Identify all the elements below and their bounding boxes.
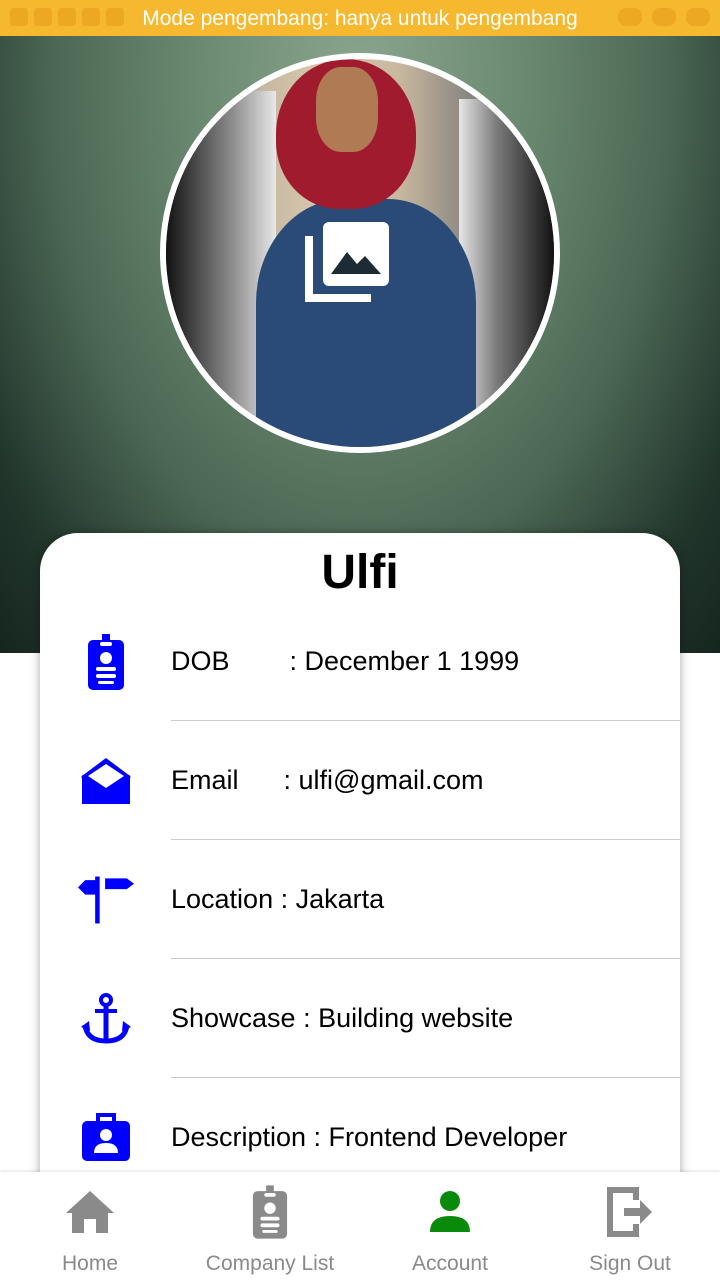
profile-avatar[interactable]	[160, 53, 560, 453]
id-badge-icon	[252, 1185, 288, 1239]
nav-sign-out-label: Sign Out	[589, 1252, 671, 1275]
nav-account-label: Account	[412, 1252, 488, 1275]
bottom-navigation: Home Company List Account Sign Out	[0, 1172, 720, 1280]
profile-card: Ulfi DOB : December 1 1999 Email: ulfi@…	[40, 533, 680, 1233]
photo-person-face	[316, 67, 378, 152]
envelope-open-icon	[81, 757, 131, 804]
nav-home[interactable]: Home	[0, 1172, 180, 1280]
person-icon	[430, 1191, 470, 1232]
profile-name: Ulfi	[321, 546, 399, 599]
showcase-label: Showcase : Building website	[171, 1003, 514, 1033]
briefcase-user-icon	[82, 1112, 130, 1161]
status-bar: Mode pengembang: hanya untuk pengembang	[0, 0, 720, 36]
info-row-email: Email : ulfi@gmail.com	[40, 721, 680, 840]
info-row-location: Location : Jakarta	[40, 840, 680, 959]
nav-home-label: Home	[61, 1252, 119, 1275]
nav-company-list[interactable]: Company List	[180, 1172, 360, 1280]
nav-account[interactable]: Account	[360, 1172, 540, 1280]
exit-icon	[607, 1187, 652, 1237]
signpost-icon	[78, 876, 134, 923]
nav-company-list-label: Company List	[205, 1252, 335, 1275]
dob-label: DOB : December 1 1999	[171, 646, 520, 676]
email-label: Email : ulfi@gmail.com	[171, 765, 484, 795]
gallery-icon[interactable]	[305, 218, 395, 308]
status-bar-text: Mode pengembang: hanya untuk pengembang	[142, 7, 578, 30]
id-badge-icon	[88, 633, 124, 690]
home-icon	[66, 1191, 114, 1233]
info-row-showcase: Showcase : Building website	[40, 959, 680, 1078]
nav-sign-out[interactable]: Sign Out	[540, 1172, 720, 1280]
location-label: Location : Jakarta	[171, 884, 385, 914]
anchor-icon	[81, 992, 131, 1044]
info-row-dob: DOB : December 1 1999	[40, 602, 680, 721]
